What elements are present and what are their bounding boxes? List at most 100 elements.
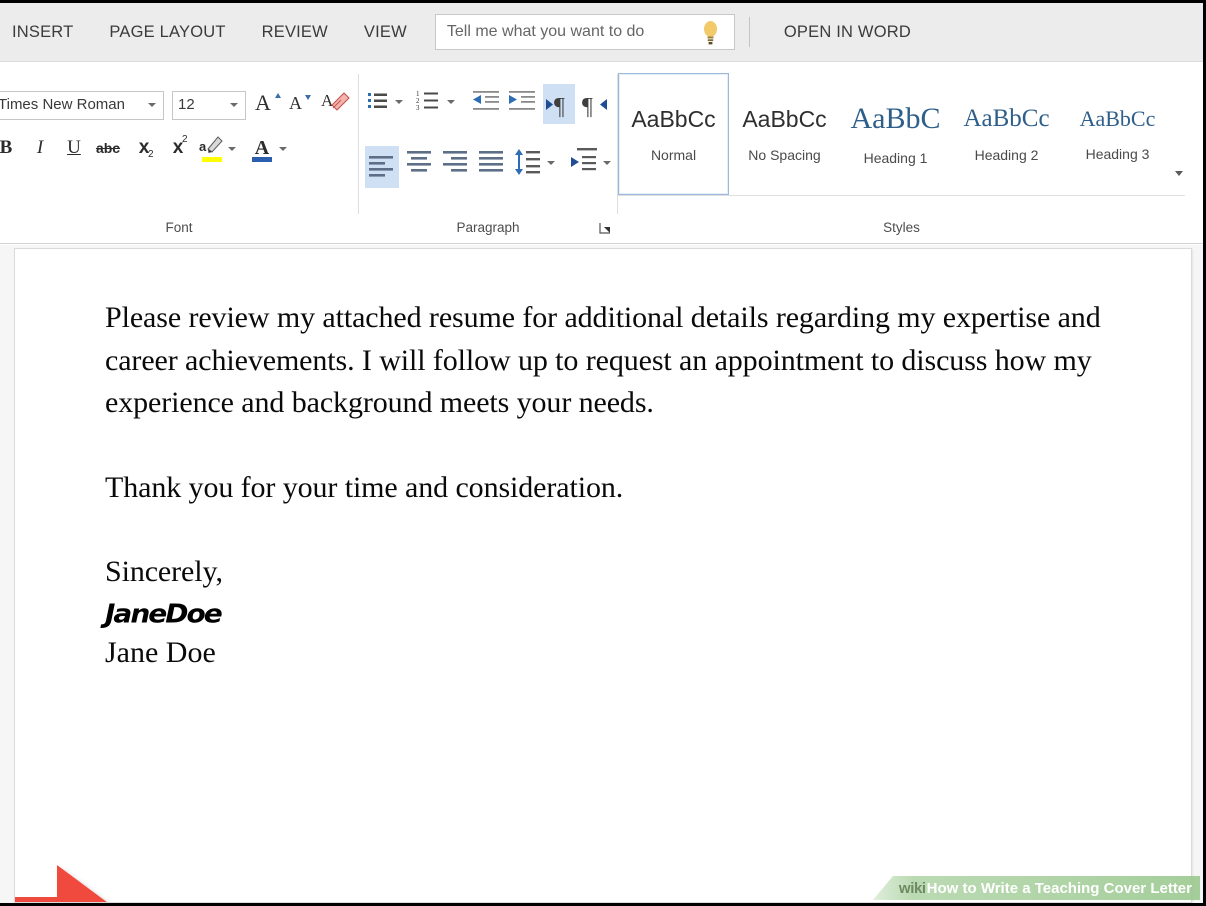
svg-text:3: 3 bbox=[416, 104, 420, 112]
ltr-text-direction-icon: ¶ bbox=[544, 88, 574, 122]
align-left-icon bbox=[367, 153, 397, 181]
ribbon: Times New Roman 12 A A A bbox=[0, 62, 1203, 244]
style-preview: AaBbC bbox=[851, 102, 941, 136]
style-heading-3[interactable]: AaBbCc Heading 3 bbox=[1062, 73, 1173, 195]
bullets-icon bbox=[365, 88, 391, 114]
style-no-spacing[interactable]: AaBbCc No Spacing bbox=[729, 73, 840, 195]
document-page[interactable]: Please review my attached resume for add… bbox=[14, 248, 1192, 903]
increase-indent-icon bbox=[507, 88, 537, 114]
style-heading-1[interactable]: AaBbC Heading 1 bbox=[840, 73, 951, 195]
svg-text:a: a bbox=[199, 139, 207, 154]
numbering-dropdown-icon[interactable] bbox=[447, 100, 455, 104]
style-preview: AaBbCc bbox=[1080, 106, 1156, 132]
font-size-combobox[interactable]: 12 bbox=[172, 91, 246, 120]
style-preview: AaBbCc bbox=[963, 105, 1049, 133]
tab-view[interactable]: VIEW bbox=[346, 3, 425, 62]
style-normal[interactable]: AaBbCc Normal bbox=[618, 73, 729, 195]
style-label: Heading 1 bbox=[864, 150, 928, 166]
line-spacing-dropdown-icon[interactable] bbox=[547, 161, 555, 165]
italic-label: I bbox=[26, 134, 54, 162]
align-right-icon bbox=[441, 148, 471, 176]
wikihow-watermark: wiki How to Write a Teaching Cover Lette… bbox=[873, 876, 1200, 900]
grow-font-button[interactable]: A bbox=[255, 90, 271, 116]
highlight-pen-icon: a bbox=[199, 135, 225, 157]
red-right-arrow-annotation bbox=[14, 861, 137, 903]
superscript-button[interactable]: x 2 bbox=[164, 134, 192, 168]
tab-review[interactable]: REVIEW bbox=[244, 3, 346, 62]
clear-formatting-button[interactable]: A bbox=[320, 89, 350, 117]
svg-text:A: A bbox=[321, 91, 334, 110]
bullets-dropdown-icon[interactable] bbox=[395, 100, 403, 104]
document-paragraph-2: Thank you for your time and consideratio… bbox=[105, 467, 1145, 510]
shading-dropdown-icon[interactable] bbox=[603, 161, 611, 165]
bullets-button[interactable] bbox=[365, 88, 395, 120]
highlight-dropdown-icon[interactable] bbox=[228, 147, 236, 151]
style-preview: AaBbCc bbox=[631, 106, 715, 133]
bold-button[interactable]: B bbox=[0, 134, 20, 168]
justify-button[interactable] bbox=[477, 148, 507, 180]
line-spacing-button[interactable] bbox=[513, 148, 543, 180]
strikethrough-button[interactable]: abc bbox=[94, 134, 122, 168]
watermark-text: How to Write a Teaching Cover Letter bbox=[927, 880, 1192, 897]
subscript-index: 2 bbox=[148, 149, 154, 160]
decrease-indent-icon bbox=[471, 88, 501, 114]
open-in-word-button[interactable]: OPEN IN WORD bbox=[766, 3, 929, 62]
dialog-launcher-icon bbox=[599, 222, 611, 234]
styles-gallery-divider bbox=[618, 195, 1185, 196]
document-signer-name: Jane Doe bbox=[105, 632, 1145, 674]
shrink-font-button[interactable]: A bbox=[289, 93, 302, 114]
handwritten-signature: JaneDoe bbox=[105, 593, 1145, 633]
style-label: Heading 3 bbox=[1086, 146, 1150, 162]
strikethrough-label: abc bbox=[94, 134, 122, 162]
svg-text:¶: ¶ bbox=[582, 94, 593, 120]
watermark-brand: wiki bbox=[899, 880, 926, 897]
increase-indent-button[interactable] bbox=[507, 88, 537, 120]
underline-button[interactable]: U bbox=[60, 134, 88, 168]
align-left-button[interactable] bbox=[365, 146, 399, 188]
italic-button[interactable]: I bbox=[26, 134, 54, 168]
font-name-value: Times New Roman bbox=[0, 96, 125, 113]
styles-more-button[interactable] bbox=[1172, 166, 1186, 180]
shrink-font-label: A bbox=[289, 93, 302, 113]
style-label: Normal bbox=[651, 147, 696, 163]
grow-font-arrow-icon bbox=[275, 93, 281, 98]
underline-label: U bbox=[60, 134, 88, 162]
align-center-button[interactable] bbox=[405, 148, 435, 180]
tab-insert[interactable]: INSERT bbox=[0, 3, 91, 62]
numbering-button[interactable]: 1 2 3 bbox=[415, 88, 445, 120]
subscript-button[interactable]: x 2 bbox=[130, 134, 158, 168]
align-center-icon bbox=[405, 148, 435, 176]
shading-button[interactable] bbox=[569, 148, 599, 180]
paragraph-dialog-launcher[interactable] bbox=[599, 221, 611, 233]
paragraph-group-label: Paragraph bbox=[359, 220, 617, 235]
justify-icon bbox=[477, 148, 507, 176]
ltr-text-direction-button[interactable]: ¶ bbox=[543, 84, 575, 124]
align-right-button[interactable] bbox=[441, 148, 471, 180]
decrease-indent-button[interactable] bbox=[471, 88, 501, 120]
shrink-font-arrow-icon bbox=[305, 95, 311, 100]
clear-formatting-icon: A bbox=[320, 89, 350, 117]
rtl-text-direction-button[interactable]: ¶ bbox=[581, 84, 613, 124]
highlight-color-swatch bbox=[202, 157, 222, 162]
bold-label: B bbox=[0, 134, 20, 162]
document-paragraph-1: Please review my attached resume for add… bbox=[105, 297, 1145, 425]
word-online-window: INSERT PAGE LAYOUT REVIEW VIEW Tell me w… bbox=[0, 0, 1206, 906]
document-canvas: Please review my attached resume for add… bbox=[0, 245, 1203, 906]
chevron-down-icon bbox=[1172, 166, 1186, 180]
font-name-combobox[interactable]: Times New Roman bbox=[0, 91, 164, 120]
font-color-dropdown-icon[interactable] bbox=[279, 147, 287, 151]
document-text-body[interactable]: Please review my attached resume for add… bbox=[105, 297, 1145, 674]
chevron-down-icon bbox=[230, 103, 238, 107]
tell-me-search-box[interactable]: Tell me what you want to do bbox=[435, 14, 735, 50]
tabbar-divider bbox=[749, 17, 750, 47]
font-color-button[interactable]: A bbox=[248, 134, 276, 168]
styles-group-label: Styles bbox=[618, 220, 1185, 235]
style-heading-2[interactable]: AaBbCc Heading 2 bbox=[951, 73, 1062, 195]
paragraph-group: 1 2 3 bbox=[359, 62, 617, 244]
line-spacing-icon bbox=[513, 148, 543, 176]
chevron-down-icon bbox=[148, 103, 156, 107]
tab-page-layout[interactable]: PAGE LAYOUT bbox=[91, 3, 243, 62]
svg-text:¶: ¶ bbox=[554, 94, 565, 120]
style-preview: AaBbCc bbox=[742, 106, 826, 133]
text-highlight-button[interactable]: a bbox=[198, 134, 226, 168]
